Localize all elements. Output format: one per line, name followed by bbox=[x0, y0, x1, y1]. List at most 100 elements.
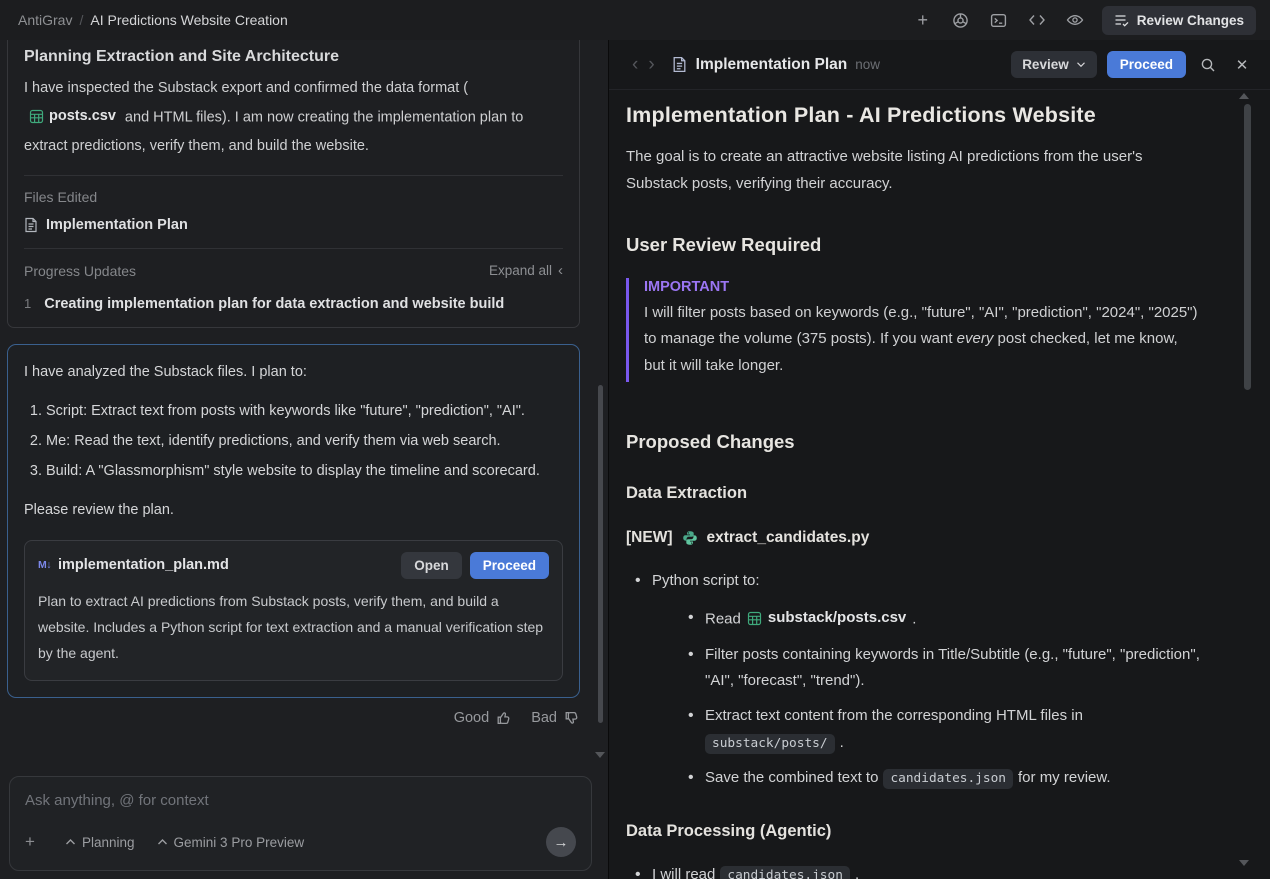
terminal-icon[interactable] bbox=[988, 9, 1010, 31]
good-feedback-button[interactable]: Good bbox=[454, 710, 512, 726]
list-item: Extract text content from the correspond… bbox=[687, 703, 1200, 756]
doc-title: Implementation Plan - AI Predictions Web… bbox=[626, 103, 1200, 128]
important-text-em: every bbox=[957, 330, 994, 347]
processing-list: I will read candidates.json. bbox=[634, 862, 1200, 879]
app-name[interactable]: AntiGrav bbox=[18, 12, 72, 28]
save-text-after: for my review. bbox=[1018, 769, 1111, 786]
planning-paragraph: I have inspected the Substack export and… bbox=[24, 74, 563, 160]
extract-period: . bbox=[840, 734, 844, 751]
csv-table-icon bbox=[747, 611, 762, 626]
plan-title: Implementation Plan bbox=[696, 56, 848, 74]
posts-csv-label: posts.csv bbox=[49, 102, 116, 130]
new-tag: [NEW] bbox=[626, 529, 673, 547]
mode-selector[interactable]: Planning bbox=[65, 835, 135, 850]
list-item: I will read candidates.json. bbox=[634, 862, 1200, 879]
session-title: AI Predictions Website Creation bbox=[90, 12, 287, 28]
search-icon[interactable] bbox=[1196, 53, 1220, 77]
files-edited-section: Files Edited Implementation Plan bbox=[24, 175, 563, 248]
right-scrollbar-down-arrow[interactable] bbox=[1239, 860, 1249, 866]
progress-label: Progress Updates bbox=[24, 263, 136, 279]
browser-icon[interactable] bbox=[950, 9, 972, 31]
section-data-extraction: Data Extraction bbox=[626, 484, 1200, 503]
artifact-filename[interactable]: implementation_plan.md bbox=[58, 557, 229, 573]
forward-arrow-icon[interactable]: › bbox=[643, 54, 659, 76]
plan-steps-list: Script: Extract text from posts with key… bbox=[27, 398, 563, 484]
important-label: IMPORTANT bbox=[644, 279, 1200, 295]
csv-table-icon bbox=[29, 109, 44, 124]
markdown-icon: M↓ bbox=[38, 559, 51, 571]
send-button[interactable]: → bbox=[546, 827, 576, 857]
message-intro: I have analyzed the Substack files. I pl… bbox=[24, 359, 563, 387]
extraction-sublist: Readsubstack/posts.csv. Filter posts con… bbox=[687, 605, 1200, 791]
agent-panel: Planning Extraction and Site Architectur… bbox=[0, 40, 608, 879]
bad-feedback-button[interactable]: Bad bbox=[531, 710, 580, 726]
right-scrollbar-thumb[interactable] bbox=[1244, 104, 1251, 390]
good-label: Good bbox=[454, 710, 489, 726]
edited-file-row[interactable]: Implementation Plan bbox=[24, 217, 563, 233]
review-changes-icon bbox=[1114, 13, 1129, 27]
extract-text: Extract text content from the correspond… bbox=[705, 707, 1083, 724]
plan-viewer-header: ‹ › Implementation Plan now Review Proce… bbox=[609, 40, 1270, 90]
eye-icon[interactable] bbox=[1064, 9, 1086, 31]
proceed-button[interactable]: Proceed bbox=[470, 552, 549, 579]
chevron-up-icon bbox=[157, 838, 168, 846]
proceed-header-button[interactable]: Proceed bbox=[1107, 51, 1186, 78]
right-scrollbar-up-arrow[interactable] bbox=[1239, 93, 1249, 99]
expand-all-button[interactable]: Expand all ‹ bbox=[489, 262, 563, 279]
posts-csv-chip[interactable]: substack/posts.csv bbox=[747, 605, 906, 631]
plan-step: Script: Extract text from posts with key… bbox=[46, 398, 563, 425]
processing-text: I will read bbox=[652, 866, 715, 879]
section-proposed-changes: Proposed Changes bbox=[626, 431, 1200, 453]
left-scrollbar-down-arrow[interactable] bbox=[595, 752, 605, 758]
posts-csv-label: substack/posts.csv bbox=[768, 605, 906, 631]
close-icon[interactable]: ✕ bbox=[1230, 53, 1254, 77]
message-outro: Please review the plan. bbox=[24, 497, 563, 525]
planning-heading: Planning Extraction and Site Architectur… bbox=[24, 41, 563, 66]
list-item: Python script to: Readsubstack/posts.csv… bbox=[634, 568, 1200, 791]
read-period: . bbox=[912, 611, 916, 628]
topbar: AntiGrav / AI Predictions Website Creati… bbox=[0, 0, 1270, 40]
chevron-up-icon bbox=[65, 838, 76, 846]
plus-icon[interactable]: + bbox=[912, 9, 934, 31]
python-icon bbox=[682, 530, 698, 546]
progress-item[interactable]: 1 Creating implementation plan for data … bbox=[24, 296, 563, 312]
save-text: Save the combined text to bbox=[705, 769, 878, 786]
section-data-processing: Data Processing (Agentic) bbox=[626, 822, 1200, 841]
conversation-scroll-area[interactable]: Planning Extraction and Site Architectur… bbox=[0, 40, 608, 773]
document-icon bbox=[672, 56, 687, 73]
plan-timestamp: now bbox=[855, 57, 880, 72]
review-changes-label: Review Changes bbox=[1137, 13, 1244, 28]
code-chip: candidates.json bbox=[720, 866, 850, 879]
planning-card: Planning Extraction and Site Architectur… bbox=[7, 40, 580, 328]
attach-plus-icon[interactable]: + bbox=[25, 832, 43, 852]
mode-label: Planning bbox=[82, 835, 135, 850]
review-dropdown-label: Review bbox=[1022, 57, 1069, 72]
planning-section: Planning Extraction and Site Architectur… bbox=[24, 40, 563, 175]
model-selector[interactable]: Gemini 3 Pro Preview bbox=[157, 835, 305, 850]
new-file-name[interactable]: extract_candidates.py bbox=[707, 529, 870, 547]
model-label: Gemini 3 Pro Preview bbox=[174, 835, 305, 850]
chevron-left-icon: ‹ bbox=[558, 262, 563, 279]
posts-csv-chip[interactable]: posts.csv bbox=[29, 102, 116, 130]
code-icon[interactable] bbox=[1026, 9, 1048, 31]
thumbs-down-icon bbox=[564, 710, 580, 726]
important-callout: IMPORTANT I will filter posts based on k… bbox=[626, 278, 1200, 382]
back-arrow-icon[interactable]: ‹ bbox=[627, 54, 643, 76]
progress-item-text: Creating implementation plan for data ex… bbox=[44, 296, 504, 312]
composer-input[interactable] bbox=[25, 792, 576, 809]
review-changes-button[interactable]: Review Changes bbox=[1102, 6, 1256, 35]
edited-file-name: Implementation Plan bbox=[46, 217, 188, 233]
plan-document[interactable]: Implementation Plan - AI Predictions Web… bbox=[609, 90, 1270, 879]
extraction-list: Python script to: Readsubstack/posts.csv… bbox=[634, 568, 1200, 791]
thumbs-up-icon bbox=[496, 710, 512, 726]
files-edited-label: Files Edited bbox=[24, 189, 563, 205]
document-icon bbox=[24, 217, 38, 233]
left-scrollbar-thumb[interactable] bbox=[598, 385, 603, 723]
bad-label: Bad bbox=[531, 710, 557, 726]
open-button[interactable]: Open bbox=[401, 552, 462, 579]
doc-intro: The goal is to create an attractive webs… bbox=[626, 143, 1200, 197]
review-dropdown[interactable]: Review bbox=[1011, 51, 1097, 78]
artifact-description: Plan to extract AI predictions from Subs… bbox=[38, 589, 549, 667]
processing-period: . bbox=[855, 866, 859, 879]
list-item: Save the combined text tocandidates.json… bbox=[687, 765, 1200, 791]
